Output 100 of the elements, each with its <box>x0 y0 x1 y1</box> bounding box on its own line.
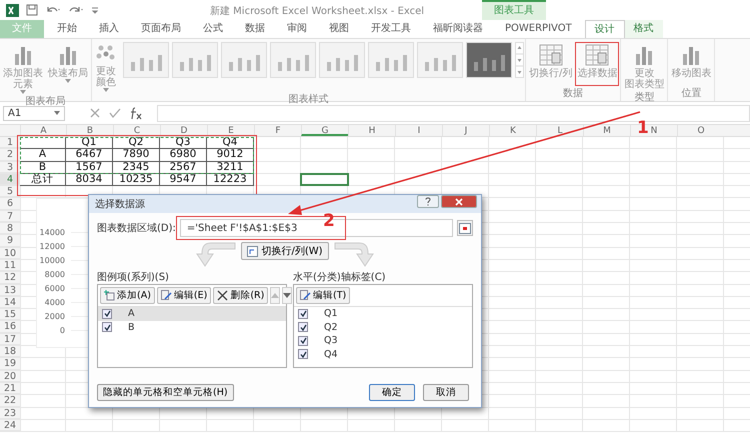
ribbon-tab[interactable]: POWERPIVOT <box>496 20 581 38</box>
row-header[interactable]: 1 <box>0 137 20 148</box>
group-label: 图表样式 <box>288 94 330 106</box>
table-cell: 7890 <box>113 149 160 162</box>
up-arrow-icon <box>271 293 280 298</box>
list-item[interactable]: Q1 <box>294 307 472 320</box>
column-header[interactable]: G <box>301 125 348 136</box>
row-header[interactable]: 24 <box>0 420 20 432</box>
column-header[interactable]: J <box>442 125 489 136</box>
switch-row-column-button[interactable]: 切换行/列 <box>527 42 574 86</box>
row-header[interactable]: 11 <box>0 260 20 272</box>
chart-style-thumbnail[interactable] <box>221 42 267 78</box>
row-header[interactable]: 12 <box>0 272 20 284</box>
move-down-button[interactable] <box>282 287 292 304</box>
ribbon-tab[interactable]: 设计 <box>584 20 625 38</box>
column-header[interactable]: F <box>254 125 301 136</box>
help-button[interactable] <box>417 195 439 208</box>
insert-function-icon[interactable] <box>129 106 143 120</box>
chart-style-thumbnail[interactable] <box>417 42 463 78</box>
list-item[interactable]: Q3 <box>294 334 472 348</box>
change-colors-button[interactable]: 更改 颜色 <box>93 42 119 94</box>
row-header[interactable]: 10 <box>0 248 20 259</box>
column-header[interactable]: I <box>395 125 442 136</box>
row-header[interactable]: 16 <box>0 321 20 333</box>
checkbox[interactable] <box>298 308 308 319</box>
cancel-icon[interactable] <box>89 107 101 119</box>
row-header[interactable]: 17 <box>0 334 20 346</box>
chart-style-thumbnail[interactable] <box>123 42 169 78</box>
move-chart-button[interactable]: 移动图表 <box>669 42 714 86</box>
edit-button[interactable]: 编辑(E) <box>156 287 212 304</box>
chart-style-thumbnail[interactable] <box>172 42 218 78</box>
row-header[interactable]: 21 <box>0 382 20 394</box>
row-header[interactable]: 2 <box>0 149 20 161</box>
ribbon-tab[interactable]: 公式 <box>194 20 232 38</box>
add-chart-element-button[interactable]: 添加图表 元素 <box>1 42 45 96</box>
ok-button[interactable]: 确定 <box>369 384 415 401</box>
ribbon-tab[interactable]: 开始 <box>48 20 86 38</box>
checkbox[interactable] <box>298 322 308 332</box>
ribbon-tab[interactable]: 审阅 <box>278 20 316 38</box>
edit-button[interactable]: 编辑(T) <box>296 287 350 304</box>
row-header[interactable]: 5 <box>0 186 20 198</box>
checkbox[interactable] <box>298 336 308 346</box>
row-header[interactable]: 8 <box>0 223 20 234</box>
list-item[interactable]: Q4 <box>294 348 472 361</box>
row-header[interactable]: 13 <box>0 284 20 296</box>
check-icon[interactable] <box>109 107 121 119</box>
change-chart-type-button[interactable]: 更改 图表类型 <box>622 42 666 92</box>
table-chart-icon <box>585 44 610 66</box>
row-header[interactable]: 15 <box>0 309 20 320</box>
ribbon-tab[interactable]: 数据 <box>236 20 274 38</box>
checkbox[interactable] <box>102 308 112 319</box>
switch-row-column-button[interactable]: 切换行/列(W) <box>241 242 329 260</box>
delete-button[interactable]: 删除(R) <box>213 287 268 304</box>
row-header[interactable]: 14 <box>0 296 20 308</box>
row-header[interactable]: 20 <box>0 370 20 382</box>
cancel-button[interactable]: 取消 <box>423 384 469 401</box>
row-header[interactable]: 7 <box>0 210 20 222</box>
list-item[interactable]: B <box>98 320 286 334</box>
customize-toolbar-icon[interactable] <box>91 5 99 15</box>
list-item[interactable]: A <box>98 307 286 320</box>
chart-style-thumbnail[interactable] <box>368 42 414 78</box>
column-header[interactable]: E <box>207 125 254 136</box>
collapse-dialog-button[interactable] <box>457 220 473 236</box>
chart-style-thumbnail[interactable] <box>319 42 365 78</box>
ribbon-tab[interactable]: 视图 <box>320 20 358 38</box>
save-icon[interactable] <box>26 4 38 16</box>
select-data-button[interactable]: 选择数据 <box>575 42 620 86</box>
ribbon-tab[interactable]: 格式 <box>624 20 663 38</box>
row-header[interactable]: 23 <box>0 408 20 419</box>
row-header[interactable]: 19 <box>0 358 20 370</box>
ribbon-tab[interactable]: 插入 <box>90 20 128 38</box>
checkbox[interactable] <box>102 322 112 332</box>
chart-style-thumbnail[interactable] <box>466 42 512 78</box>
column-header[interactable]: K <box>489 125 536 136</box>
checkbox[interactable] <box>298 349 308 360</box>
row-header[interactable]: 18 <box>0 346 20 358</box>
row-header[interactable]: 9 <box>0 235 20 247</box>
ribbon-tab[interactable]: 福昕阅读器 <box>424 20 492 38</box>
column-header[interactable]: M <box>583 125 630 136</box>
formula-input-field[interactable] <box>157 104 750 122</box>
column-header[interactable]: C <box>113 125 160 136</box>
column-header[interactable]: D <box>160 125 207 136</box>
chart-style-thumbnail[interactable] <box>270 42 316 78</box>
column-header[interactable]: B <box>66 125 113 136</box>
name-box[interactable]: A1 <box>3 106 65 120</box>
column-header[interactable]: A <box>20 125 66 136</box>
close-button[interactable] <box>441 195 477 208</box>
add-button[interactable]: 添加(A) <box>100 287 155 304</box>
column-header[interactable]: O <box>677 125 724 136</box>
quick-layout-button[interactable]: 快速布局 <box>46 42 90 86</box>
gallery-scroll-arrows-icon[interactable] <box>515 42 524 78</box>
column-header[interactable]: L <box>536 125 583 136</box>
list-item[interactable]: Q2 <box>294 320 472 334</box>
table-cell: 10235 <box>113 174 160 186</box>
row-header[interactable]: 22 <box>0 395 20 407</box>
hidden-cells-button[interactable]: 隐藏的单元格和空单元格(H) <box>97 384 234 401</box>
row-header[interactable]: 6 <box>0 198 20 210</box>
column-header[interactable]: H <box>348 125 395 136</box>
ribbon-tab[interactable]: 页面布局 <box>132 20 190 38</box>
ribbon-tab[interactable]: 开发工具 <box>362 20 420 38</box>
